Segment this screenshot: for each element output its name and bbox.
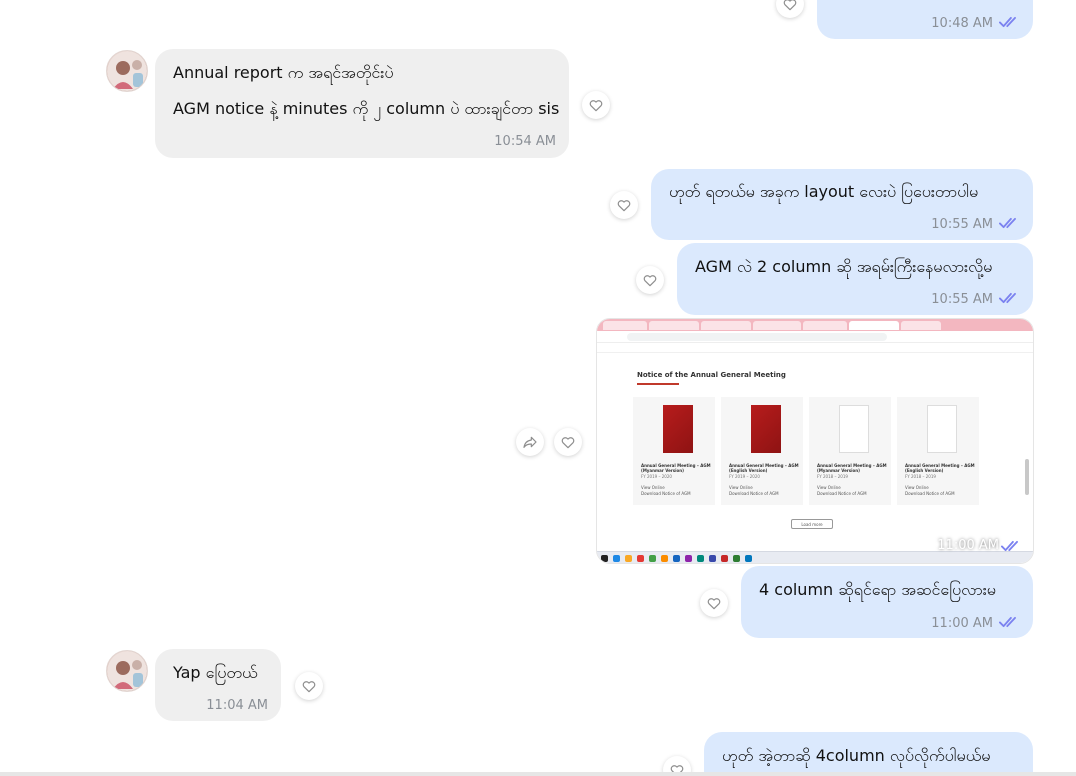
card-link: Download Notice of AGM [905, 491, 955, 496]
react-button[interactable] [554, 428, 582, 456]
message-text: ဟုတ် အဲ့တာဆို 4column လုပ်လိုက်ပါမယ်မ [722, 746, 991, 765]
image-attachment[interactable]: Notice of the Annual General Meeting Ann… [596, 318, 1034, 564]
message-bubble-outgoing[interactable]: AGM လဲ 2 column ဆို အရမ်းကြီးနေမလားလို့မ… [677, 243, 1033, 315]
message-text: AGM notice နဲ့ minutes ကို ၂ column ပဲ ထ… [173, 99, 560, 118]
heart-outline-icon [560, 434, 576, 450]
message-timestamp: 11:00 AM [937, 538, 999, 553]
message-text: AGM လဲ 2 column ဆို အရမ်းကြီးနေမလားလို့မ [695, 257, 993, 276]
react-button[interactable] [776, 0, 804, 18]
heart-outline-icon [782, 0, 798, 12]
message-text: 4 column ဆိုရင်ရော အဆင်ပြေလားမ [759, 580, 996, 599]
react-button[interactable] [295, 672, 323, 700]
card-title: Annual General Meeting – AGM (English Ve… [729, 463, 799, 473]
heart-outline-icon [301, 678, 317, 694]
card-link: View Online [641, 485, 665, 490]
message-text: Yap ပြေတယ် [173, 663, 258, 682]
card-fy: FY 2018 – 2019 [905, 474, 936, 479]
avatar-photo-icon [107, 651, 147, 691]
heart-outline-icon [706, 595, 722, 611]
message-timestamp: 10:48 AM [931, 16, 993, 31]
agm-card: Annual General Meeting – AGM (Myanmar Ve… [809, 397, 891, 505]
message-text: ဟုတ် ရတယ်မ အခုက layout လေးပဲ ပြပေးတာပါမ [669, 182, 979, 201]
message-bubble-incoming[interactable]: Annual report က အရင်အတိုင်းပဲ AGM notice… [155, 49, 569, 158]
react-button[interactable] [636, 266, 664, 294]
browser-address-bar [597, 331, 1033, 343]
double-check-icon [999, 291, 1021, 305]
double-check-icon [999, 615, 1021, 629]
message-timestamp: 11:00 AM [931, 616, 993, 631]
message-timestamp: 10:55 AM [931, 217, 993, 232]
message-bubble-outgoing[interactable]: ဟုတ် ရတယ်မ အခုက layout လေးပဲ ပြပေးတာပါမ … [651, 169, 1033, 240]
card-link: View Online [905, 485, 929, 490]
card-title: Annual General Meeting – AGM (English Ve… [905, 463, 975, 473]
page-title: Notice of the Annual General Meeting [637, 371, 786, 379]
agm-card: Annual General Meeting – AGM (Myanmar Ve… [633, 397, 715, 505]
react-button[interactable] [700, 589, 728, 617]
message-bubble-outgoing[interactable]: 10:48 AM [817, 0, 1033, 39]
report-cover-icon [751, 405, 781, 453]
forward-button[interactable] [516, 428, 544, 456]
composer-divider [0, 772, 1076, 776]
message-timestamp: 10:54 AM [494, 134, 556, 149]
report-cover-icon [663, 405, 693, 453]
heart-outline-icon [616, 197, 632, 213]
message-timestamp: 11:04 AM [206, 698, 268, 713]
message-bubble-incoming[interactable]: Yap ပြေတယ် 11:04 AM [155, 649, 281, 721]
card-fy: FY 2019 – 2020 [641, 474, 672, 479]
card-fy: FY 2018 – 2019 [817, 474, 848, 479]
avatar[interactable] [106, 50, 148, 92]
react-button[interactable] [582, 91, 610, 119]
message-text: Annual report က အရင်အတိုင်းပဲ [173, 63, 394, 82]
avatar-photo-icon [107, 51, 147, 91]
title-underline [637, 383, 679, 385]
forward-arrow-icon [523, 436, 537, 448]
scrollbar [1025, 459, 1029, 495]
card-link: View Online [817, 485, 841, 490]
card-fy: FY 2019 – 2020 [729, 474, 760, 479]
browser-bookmarks-bar [597, 343, 1033, 353]
report-cover-icon [927, 405, 957, 453]
load-more-button: Load more [791, 519, 833, 529]
double-check-icon [1001, 539, 1023, 553]
card-link: Download Notice of AGM [817, 491, 867, 496]
card-link: Download Notice of AGM [641, 491, 691, 496]
card-title: Annual General Meeting – AGM (Myanmar Ve… [641, 463, 711, 473]
heart-outline-icon [642, 272, 658, 288]
heart-outline-icon [588, 97, 604, 113]
avatar[interactable] [106, 650, 148, 692]
report-cover-icon [839, 405, 869, 453]
card-link: View Online [729, 485, 753, 490]
message-bubble-outgoing[interactable]: ဟုတ် အဲ့တာဆို 4column လုပ်လိုက်ပါမယ်မ [704, 732, 1033, 776]
agm-card: Annual General Meeting – AGM (English Ve… [897, 397, 979, 505]
double-check-icon [999, 15, 1021, 29]
card-title: Annual General Meeting – AGM (Myanmar Ve… [817, 463, 887, 473]
browser-tabbar [597, 319, 1033, 331]
card-link: Download Notice of AGM [729, 491, 779, 496]
react-button[interactable] [610, 191, 638, 219]
message-bubble-outgoing[interactable]: 4 column ဆိုရင်ရော အဆင်ပြေလားမ 11:00 AM [741, 566, 1033, 638]
double-check-icon [999, 216, 1021, 230]
agm-card: Annual General Meeting – AGM (English Ve… [721, 397, 803, 505]
message-timestamp: 10:55 AM [931, 292, 993, 307]
